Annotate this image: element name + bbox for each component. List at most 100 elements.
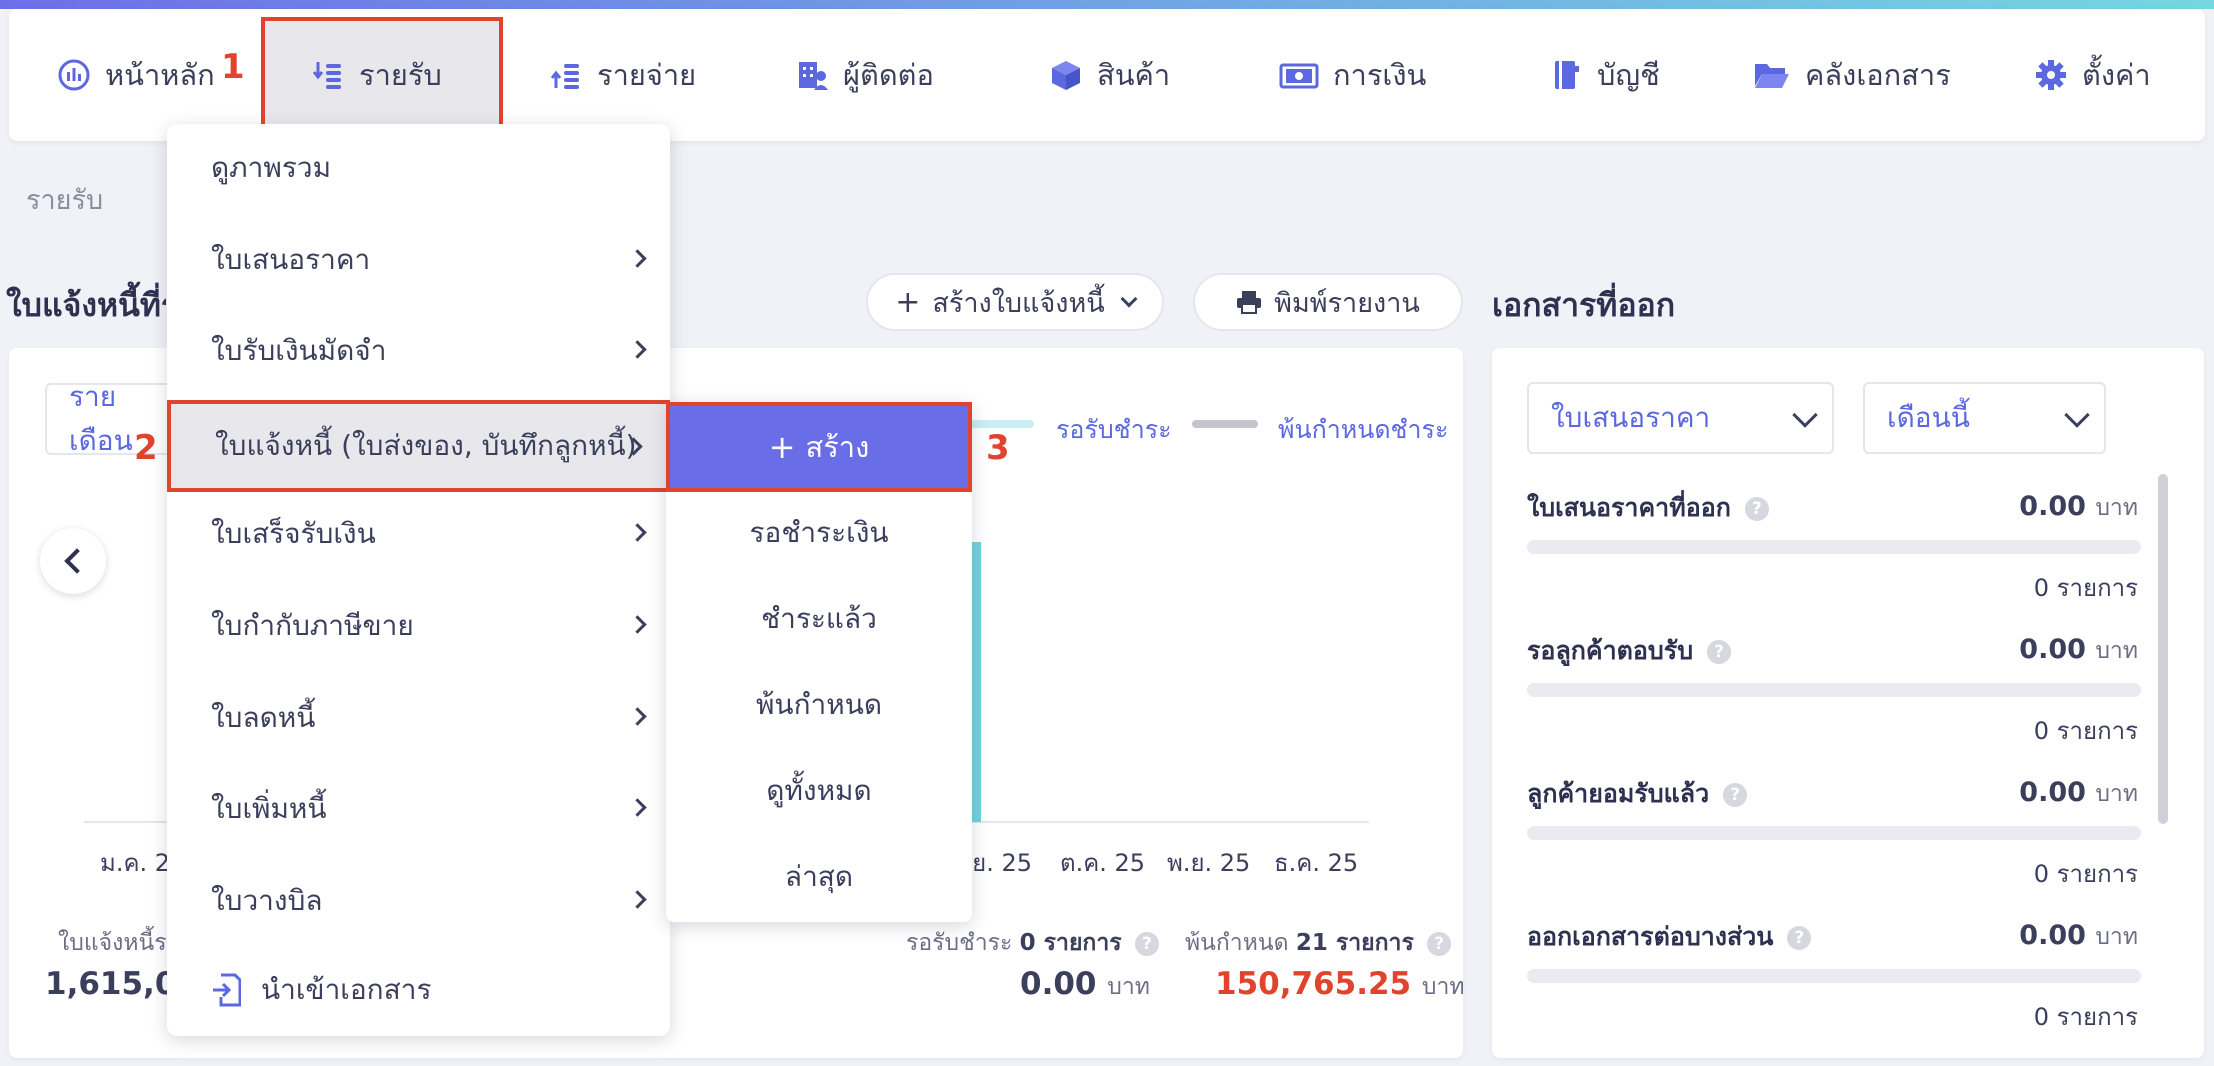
submenu-item-overdue[interactable]: พ้นกำหนด [666,662,972,748]
chevron-left-icon [64,548,90,574]
menu-item-billing-note[interactable]: ใบวางบิล [167,857,670,945]
chevron-down-icon [1120,290,1138,308]
total-invoices-label: ใบแจ้งหนี้รวม [58,930,166,956]
menu-item-overview[interactable]: ดูภาพรวม [167,124,670,212]
nav-accounts[interactable]: บัญชี [1549,9,1660,141]
nav-finance-label: การเงิน [1333,58,1427,92]
chevron-right-icon [628,340,647,359]
chevron-right-icon [628,523,647,542]
submenu-item-latest[interactable]: ล่าสุด [666,834,972,920]
pending-summary: รอรับชำระ 0 รายการ ? [906,925,1159,961]
nav-products-label: สินค้า [1097,58,1171,92]
menu-item-quotation[interactable]: ใบเสนอราคา [167,216,670,304]
submenu-item-view-all[interactable]: ดูทั้งหมด [666,748,972,834]
nav-home[interactable]: หน้าหลัก [57,9,215,141]
doc-row-count: 0 รายการ [2033,860,2138,888]
nav-documents[interactable]: คลังเอกสาร [1753,9,1951,141]
doc-period-select[interactable]: เดือนนี้ [1863,382,2106,454]
doc-row-title: รอลูกค้าตอบรับ? [1527,631,1732,671]
help-icon[interactable]: ? [1134,931,1159,956]
menu-item-credit-note[interactable]: ใบลดหนี้ [167,674,670,762]
help-icon[interactable]: ? [1787,926,1812,950]
doc-row-title: ออกเอกสารต่อบางส่วน? [1527,917,1812,957]
chevron-down-icon [1792,402,1818,428]
top-accent-strip [0,0,2214,9]
nav-income[interactable]: รายรับ [311,9,442,141]
nav-contacts[interactable]: ผู้ติดต่อ [795,9,934,141]
step-2-marker: 2 [134,428,158,468]
doc-row-count: 0 รายการ [2033,1003,2138,1031]
chevron-right-icon [628,890,647,909]
print-report-button[interactable]: พิมพ์รายงาน [1193,273,1463,331]
menu-item-debit-note[interactable]: ใบเพิ่มหนี้ [167,765,670,853]
submenu-item-awaiting-payment[interactable]: รอชำระเงิน [666,490,972,576]
docs-scrollbar[interactable] [2158,474,2168,824]
create-label: สร้าง [805,430,870,464]
x-tick-label: ต.ค. 25 [1060,849,1146,877]
main-navbar: หน้าหลัก 1 รายรับ รายจ่าย ผู้ติดต่อ สินค… [9,9,2205,141]
money-icon [1279,63,1319,89]
nav-income-label: รายรับ [359,58,442,92]
doc-row-count: 0 รายการ [2033,574,2138,602]
help-icon[interactable]: ? [1707,640,1732,664]
step-3-marker: 3 [986,428,1010,468]
pending-amount-row: 0.00 บาท [1020,966,1150,1005]
help-icon[interactable]: ? [1427,931,1452,956]
x-tick-label: พ.ย. 25 [1167,849,1251,877]
overdue-summary: พ้นกำหนด 21 รายการ ? [1185,925,1452,961]
plus-icon: + [768,428,796,466]
menu-item-import-documents[interactable]: นำเข้าเอกสาร [167,946,670,1034]
doc-row-progress [1527,826,2141,840]
chevron-down-icon [2064,402,2090,428]
help-icon[interactable]: ? [1744,497,1769,521]
overdue-amount: 150,765.25 [1215,966,1412,1002]
create-invoice-label: สร้างใบแจ้งหนี้ [932,287,1105,319]
nav-expense[interactable]: รายจ่าย [549,9,696,141]
step-1-marker: 1 [221,47,245,87]
breadcrumb[interactable]: รายรับ [26,178,103,221]
doc-row-title: ใบเสนอราคาที่ออก? [1527,488,1769,528]
create-invoice-menu-button[interactable]: + สร้าง [666,402,972,492]
invoice-submenu: + สร้าง รอชำระเงิน ชำระแล้ว พ้นกำหนด ดูท… [666,402,972,922]
x-tick-label: ธ.ค. 25 [1274,849,1359,877]
menu-item-deposit-receipt[interactable]: ใบรับเงินมัดจำ [167,307,670,395]
doc-row-amount: 0.00 บาท [2019,920,2138,951]
box-icon [1052,61,1080,90]
income-dropdown-menu: ดูภาพรวม ใบเสนอราคา ใบรับเงินมัดจำ ใบแจ้… [167,124,670,1036]
doc-type-select[interactable]: ใบเสนอราคา [1527,382,1834,454]
help-icon[interactable]: ? [1723,783,1748,807]
import-icon [213,973,241,1007]
doc-row-count: 0 รายการ [2033,717,2138,745]
menu-item-invoice[interactable]: ใบแจ้งหนี้ (ใบส่งของ, บันทึกลูกหนี้) [167,400,670,492]
overdue-amount-row: 150,765.25 บาท [1215,966,1465,1005]
overdue-count: 21 รายการ [1295,930,1414,956]
printer-icon [1237,291,1262,314]
create-invoice-button[interactable]: + สร้างใบแจ้งหนี้ [866,273,1164,331]
chevron-right-icon [628,615,647,634]
doc-row-amount: 0.00 บาท [2019,634,2138,665]
doc-row-progress [1527,540,2141,554]
doc-type-value: ใบเสนอราคา [1551,401,1711,434]
nav-products[interactable]: สินค้า [1049,9,1170,141]
overdue-label: พ้นกำหนด [1185,930,1289,956]
doc-period-value: เดือนนี้ [1887,401,1970,434]
submenu-item-paid[interactable]: ชำระแล้ว [666,576,972,662]
invoices-heading: ใบแจ้งหนี้ที่รับ [6,286,166,324]
ledger-book-icon [1555,61,1579,89]
menu-item-receipt[interactable]: ใบเสร็จรับเงิน [167,490,670,578]
overdue-unit: บาท [1421,974,1465,1000]
nav-settings[interactable]: ตั้งค่า [2034,9,2151,141]
contacts-building-icon [799,62,828,90]
nav-home-label: หน้าหลัก [105,58,215,92]
folder-open-icon [1755,64,1789,88]
nav-documents-label: คลังเอกสาร [1805,58,1951,92]
chart-prev-button[interactable] [40,528,106,594]
print-report-label: พิมพ์รายงาน [1274,287,1420,319]
menu-item-tax-invoice[interactable]: ใบกำกับภาษีขาย [167,582,670,670]
nav-settings-label: ตั้งค่า [2082,58,2151,92]
pending-unit: บาท [1107,974,1150,1000]
nav-expense-label: รายจ่าย [597,58,697,92]
chevron-right-icon [628,707,647,726]
nav-finance[interactable]: การเงิน [1279,9,1426,141]
nav-accounts-label: บัญชี [1597,58,1660,92]
